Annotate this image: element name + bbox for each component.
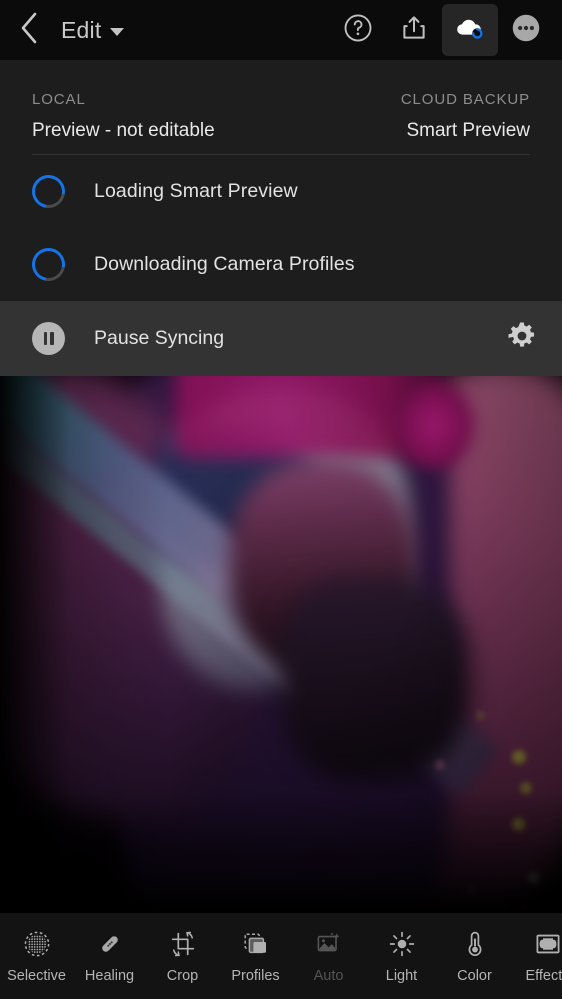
more-options-icon <box>511 13 541 48</box>
effects-frame-icon <box>533 929 562 959</box>
page-title: Edit <box>61 16 102 43</box>
tool-label: Effects <box>525 967 562 984</box>
sync-status-panel: LOCAL Preview - not editable CLOUD BACKU… <box>0 60 562 376</box>
header-actions <box>330 4 562 56</box>
pause-circle-icon <box>32 322 65 355</box>
chevron-left-icon <box>18 11 40 50</box>
light-sun-icon <box>387 929 417 959</box>
healing-bandage-icon <box>95 929 125 959</box>
sync-summary-columns: LOCAL Preview - not editable CLOUD BACKU… <box>32 90 530 146</box>
tool-label: Healing <box>84 967 135 984</box>
color-thermometer-icon <box>460 929 490 959</box>
tool-label: Profiles <box>231 967 280 984</box>
share-button[interactable] <box>386 4 442 56</box>
help-button[interactable] <box>330 4 386 56</box>
back-button[interactable] <box>0 0 58 60</box>
sync-task-label: Loading Smart Preview <box>94 180 298 202</box>
tool-auto[interactable]: Auto <box>292 913 365 999</box>
tool-label: Selective <box>7 967 66 984</box>
cloud-backup-label: CLOUD BACKUP <box>400 91 530 108</box>
cloud-backup-value: Smart Preview <box>406 120 530 141</box>
tool-effects[interactable]: Effects <box>511 913 562 999</box>
toolbar-group-edit-tools: Selective Healing Crop Profiles <box>0 913 292 999</box>
help-circle-icon <box>343 13 373 48</box>
share-export-icon <box>399 13 429 48</box>
pause-syncing-row[interactable]: Pause Syncing <box>0 301 562 376</box>
edit-mode-dropdown[interactable]: Edit <box>58 0 125 60</box>
local-status-column: LOCAL Preview - not editable <box>32 90 215 146</box>
tool-crop[interactable]: Crop <box>146 913 219 999</box>
toolbar-group-adjust-tools: Auto Light Color Effect <box>292 913 562 999</box>
tool-label: Auto <box>313 967 344 984</box>
chevron-down-icon <box>110 27 125 36</box>
selective-brush-icon <box>22 929 52 959</box>
tool-healing[interactable]: Healing <box>73 913 146 999</box>
local-label: LOCAL <box>32 91 86 108</box>
crop-rotate-icon <box>168 929 198 959</box>
sync-summary: LOCAL Preview - not editable CLOUD BACKU… <box>0 60 562 155</box>
top-header-bar: Edit <box>0 0 562 60</box>
tool-selective[interactable]: Selective <box>0 913 73 999</box>
tool-color[interactable]: Color <box>438 913 511 999</box>
more-options-button[interactable] <box>498 4 554 56</box>
sync-divider <box>32 154 530 155</box>
gear-icon[interactable] <box>506 320 538 357</box>
progress-spinner-icon <box>25 168 72 215</box>
sync-task-row: Loading Smart Preview <box>0 155 562 228</box>
pause-syncing-label: Pause Syncing <box>94 327 225 349</box>
sync-task-label: Downloading Camera Profiles <box>94 253 355 275</box>
progress-spinner-icon <box>25 241 72 288</box>
tool-label: Light <box>385 967 418 984</box>
lightroom-edit-screen: Edit LOCAL Preview - not editable CLOUD … <box>0 0 562 999</box>
cloud-sync-button[interactable] <box>442 4 498 56</box>
sync-task-row: Downloading Camera Profiles <box>0 228 562 301</box>
cloud-sync-icon <box>453 13 487 48</box>
tool-label: Color <box>457 967 492 984</box>
profiles-stack-icon <box>241 929 271 959</box>
bottom-toolbar: Selective Healing Crop Profiles Auto Lig… <box>0 913 562 999</box>
cloud-status-column: CLOUD BACKUP Smart Preview <box>401 90 530 146</box>
tool-light[interactable]: Light <box>365 913 438 999</box>
tool-label: Crop <box>166 967 199 984</box>
local-value: Preview - not editable <box>32 120 215 141</box>
auto-magic-icon <box>314 929 344 959</box>
sync-task-list: Loading Smart Preview Downloading Camera… <box>0 155 562 301</box>
tool-profiles[interactable]: Profiles <box>219 913 292 999</box>
